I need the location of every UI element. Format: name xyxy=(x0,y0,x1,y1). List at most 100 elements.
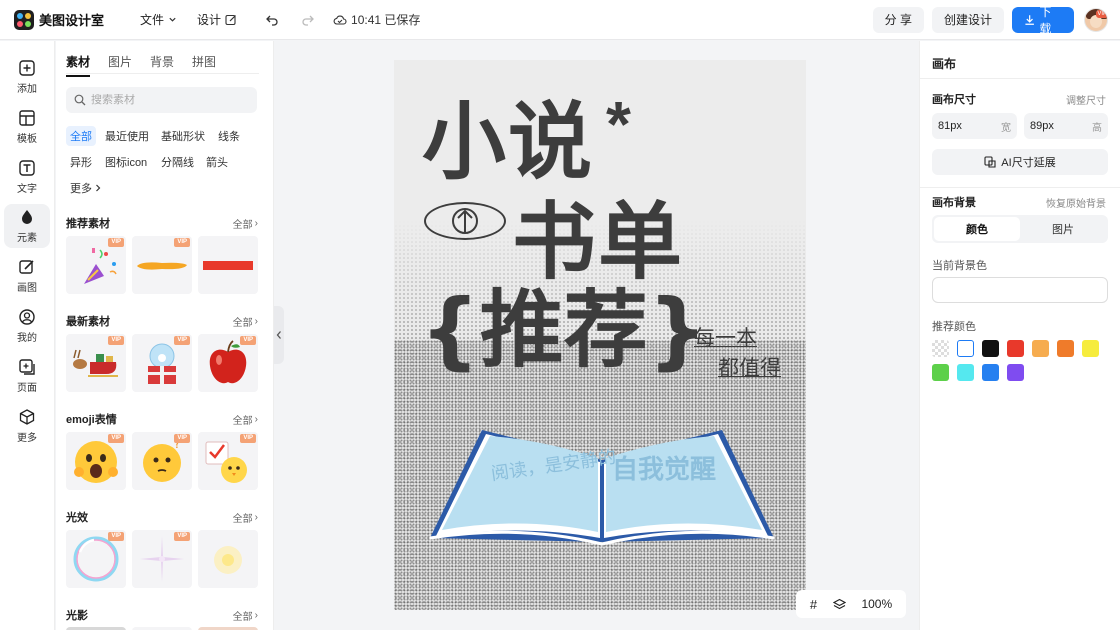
color-swatch[interactable] xyxy=(932,364,949,381)
section-all-recommended[interactable]: 全部 › xyxy=(233,216,258,231)
material-thumb-sleigh[interactable]: VIP xyxy=(66,334,126,392)
chip-basic-shapes[interactable]: 基础形状 xyxy=(157,126,209,146)
section-title-light-effect: 光效 xyxy=(66,512,88,524)
edit-icon xyxy=(225,14,236,25)
undo-button[interactable] xyxy=(259,7,285,33)
chip-divider[interactable]: 分隔线 xyxy=(157,152,198,172)
poster-oval-arrow[interactable] xyxy=(424,202,506,240)
material-thumb-glow[interactable] xyxy=(198,530,258,588)
chip-icons[interactable]: 图标icon xyxy=(101,152,151,172)
design-menu[interactable]: 设计 xyxy=(189,7,245,32)
section-title-recommended: 推荐素材 xyxy=(66,218,110,230)
chip-more-label: 更多 xyxy=(70,183,92,195)
redo-button[interactable] xyxy=(295,7,321,33)
left-nav: 添加 模板 文字 元素 画图 我的 页面 更多 xyxy=(0,41,55,630)
app-name: 美图设计室 xyxy=(39,13,105,28)
layers-icon[interactable] xyxy=(832,598,846,611)
material-thumb-emoji-thinking[interactable]: ? VIP xyxy=(132,432,192,490)
open-book-illustration[interactable]: 阅读，是安静的 自我觉醒 xyxy=(422,420,782,550)
section-title-emoji: emoji表情 xyxy=(66,414,117,426)
section-all-light-shadow[interactable]: 全部 › xyxy=(233,608,258,623)
search-input[interactable] xyxy=(91,94,251,106)
height-field[interactable]: 89px 高 xyxy=(1024,113,1108,139)
nav-mine[interactable]: 我的 xyxy=(4,304,50,348)
design-canvas[interactable]: 小说 * 书单 {推荐} 每一本 都值得 阅读，是安静的 自我觉醒 xyxy=(394,60,806,610)
color-swatch[interactable] xyxy=(1057,340,1074,357)
chip-all[interactable]: 全部 xyxy=(66,126,96,146)
poster-subtitle-line2[interactable]: 都值得 xyxy=(718,352,781,382)
color-swatch[interactable] xyxy=(1007,340,1024,357)
chip-arrow[interactable]: 箭头 xyxy=(202,152,232,172)
chip-lines[interactable]: 线条 xyxy=(214,126,244,146)
color-swatch[interactable] xyxy=(982,340,999,357)
bg-type-image[interactable]: 图片 xyxy=(1020,217,1106,241)
zoom-level[interactable]: 100% xyxy=(861,597,892,611)
ai-resize-button[interactable]: AI尺寸延展 xyxy=(932,149,1108,175)
nav-template[interactable]: 模板 xyxy=(4,105,50,149)
avatar[interactable]: VIP xyxy=(1084,7,1108,32)
collapse-panel-button[interactable] xyxy=(274,306,284,364)
restore-bg-link[interactable]: 恢复原始背景 xyxy=(1046,195,1106,210)
vip-badge: VIP xyxy=(240,434,256,443)
color-swatch[interactable] xyxy=(932,340,949,357)
glow-image xyxy=(214,546,242,574)
color-swatch[interactable] xyxy=(1007,364,1024,381)
material-thumb-apple[interactable]: VIP xyxy=(198,334,258,392)
color-swatch[interactable] xyxy=(982,364,999,381)
color-swatch[interactable] xyxy=(957,340,974,357)
chip-recent[interactable]: 最近使用 xyxy=(101,126,153,146)
section-title-latest: 最新素材 xyxy=(66,316,110,328)
current-bg-color-field[interactable] xyxy=(932,277,1108,303)
material-thumb-snowglobe[interactable]: VIP xyxy=(132,334,192,392)
vip-badge: VIP xyxy=(108,434,124,443)
poster-title-line1[interactable]: 小说 xyxy=(422,100,594,184)
section-all-light-effect[interactable]: 全部 › xyxy=(233,510,258,525)
nav-text[interactable]: 文字 xyxy=(4,155,50,199)
material-thumb-party-popper[interactable]: VIP xyxy=(66,236,126,294)
poster-subtitle-line1[interactable]: 每一本 xyxy=(694,322,757,352)
material-thumb-red-bar[interactable] xyxy=(198,236,258,294)
vip-badge: VIP xyxy=(108,532,124,541)
material-thumb-emoji-check[interactable]: VIP xyxy=(198,432,258,490)
share-button[interactable]: 分 享 xyxy=(872,6,924,33)
nav-more[interactable]: 更多 xyxy=(4,404,50,448)
app-logo[interactable]: 美图设计室 xyxy=(14,9,105,30)
width-value: 81px xyxy=(938,120,962,132)
section-all-latest[interactable]: 全部 › xyxy=(233,314,258,329)
poster-title-line2[interactable]: 书单 xyxy=(512,200,684,284)
create-design-button[interactable]: 创建设计 xyxy=(931,6,1004,33)
height-value: 89px xyxy=(1030,120,1054,132)
nav-page[interactable]: 页面 xyxy=(4,354,50,398)
nav-add[interactable]: 添加 xyxy=(4,55,50,99)
color-swatch[interactable] xyxy=(1082,340,1099,357)
redo-icon xyxy=(302,15,314,26)
section-all-emoji[interactable]: 全部 › xyxy=(233,412,258,427)
material-thumb-bubble[interactable]: VIP xyxy=(66,530,126,588)
vip-badge: VIP xyxy=(174,238,190,247)
grid-icon[interactable]: # xyxy=(810,597,817,612)
section-all-label: 全部 xyxy=(232,416,253,427)
file-menu[interactable]: 文件 xyxy=(132,7,185,32)
material-panel: 素材 图片 背景 拼图 全部 最近使用 基础形状 线条 异形 图标icon 分隔… xyxy=(56,41,274,630)
color-swatch[interactable] xyxy=(957,364,974,381)
material-thumb-emoji-shocked[interactable]: VIP xyxy=(66,432,126,490)
nav-draw[interactable]: 画图 xyxy=(4,254,50,298)
vip-badge: VIP xyxy=(174,336,190,345)
adjust-size-link[interactable]: 调整尺寸 xyxy=(1066,92,1106,107)
color-swatch[interactable] xyxy=(1032,340,1049,357)
poster[interactable]: 小说 * 书单 {推荐} 每一本 都值得 阅读，是安静的 自我觉醒 xyxy=(394,60,806,610)
material-thumb-sparkle[interactable]: VIP xyxy=(132,530,192,588)
poster-asterisk[interactable]: * xyxy=(606,92,631,156)
current-bg-label: 当前背景色 xyxy=(932,260,987,272)
template-icon xyxy=(19,110,35,126)
chevron-right-icon: › xyxy=(254,218,258,229)
width-field[interactable]: 81px 宽 xyxy=(932,113,1017,139)
chip-irregular[interactable]: 异形 xyxy=(66,152,96,172)
nav-element[interactable]: 元素 xyxy=(4,204,50,248)
chip-more[interactable]: 更多 xyxy=(66,178,106,198)
book-text-right: 自我觉醒 xyxy=(612,454,716,485)
poster-title-line3[interactable]: {推荐} xyxy=(420,288,708,372)
download-button[interactable]: 下载 xyxy=(1012,5,1074,36)
material-thumb-yellow-stroke[interactable]: VIP xyxy=(132,236,192,294)
bg-type-color[interactable]: 颜色 xyxy=(934,217,1020,241)
